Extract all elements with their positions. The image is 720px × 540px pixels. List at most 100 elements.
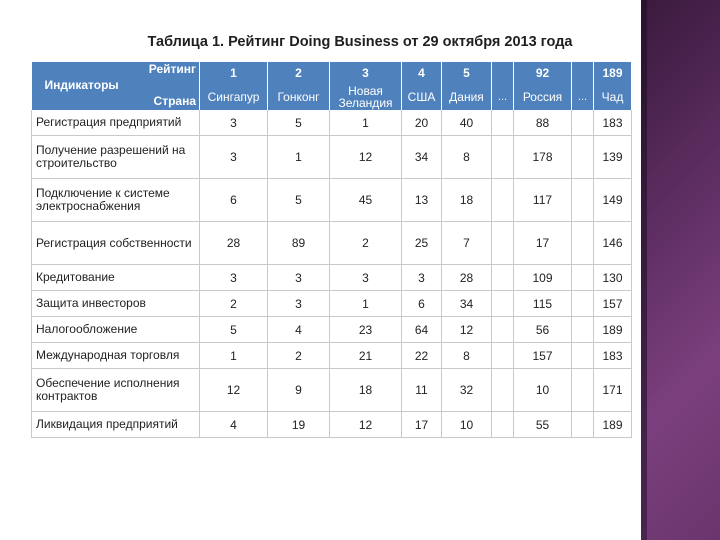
rank-value-cell: 149: [593, 178, 632, 222]
country-cell: ...: [491, 84, 514, 110]
rank-value-cell: [571, 135, 594, 179]
rank-value-cell: 3: [267, 290, 330, 317]
rank-value-cell: 3: [401, 264, 442, 291]
rank-value-cell: 22: [401, 342, 442, 369]
rank-value-cell: 109: [513, 264, 572, 291]
indicator-cell: Налогообложение: [31, 316, 200, 343]
rank-value-cell: 9: [267, 368, 330, 412]
rank-cell: 189: [593, 62, 632, 84]
table-row: Ликвидация предприятий 4 19 12 17 10 55 189: [31, 411, 632, 438]
rank-value-cell: [571, 221, 594, 265]
rank-value-cell: 183: [593, 342, 632, 369]
rank-value-cell: 3: [329, 264, 402, 291]
country-cell: ...: [571, 84, 594, 110]
rank-value-cell: 1: [329, 290, 402, 317]
rank-value-cell: 6: [199, 178, 268, 222]
rank-value-cell: [571, 290, 594, 317]
rank-value-cell: 178: [513, 135, 572, 179]
rank-value-cell: [491, 135, 514, 179]
rank-value-cell: [491, 342, 514, 369]
rank-value-cell: [491, 316, 514, 343]
rank-value-cell: [571, 110, 594, 136]
rank-value-cell: 189: [593, 411, 632, 438]
table-row: Защита инвесторов 2 3 1 6 34 115 157: [31, 290, 632, 317]
indicator-cell: Обеспечение исполнения контрактов: [31, 368, 200, 412]
rank-value-cell: 1: [267, 135, 330, 179]
indicator-cell: Регистрация собственности: [31, 221, 200, 265]
rank-value-cell: 23: [329, 316, 402, 343]
rank-value-cell: [571, 342, 594, 369]
table-row: Получение разрешений на строительство 3 1 1…: [31, 135, 632, 179]
rank-cell: 5: [441, 62, 492, 84]
rank-value-cell: 115: [513, 290, 572, 317]
indicator-cell: Кредитование: [31, 264, 200, 291]
rank-value-cell: 5: [199, 316, 268, 343]
rank-value-cell: [571, 316, 594, 343]
rank-value-cell: 3: [199, 110, 268, 136]
rank-value-cell: 19: [267, 411, 330, 438]
country-cell: Сингапур: [199, 84, 268, 110]
rank-value-cell: 12: [329, 411, 402, 438]
rank-value-cell: [491, 368, 514, 412]
rank-value-cell: 1: [199, 342, 268, 369]
country-cell: Новая Зеландия: [329, 84, 402, 110]
rank-value-cell: 139: [593, 135, 632, 179]
rank-value-cell: 7: [441, 221, 492, 265]
rank-value-cell: 3: [199, 135, 268, 179]
rank-value-cell: 20: [401, 110, 442, 136]
country-cell: США: [401, 84, 442, 110]
rank-value-cell: [491, 290, 514, 317]
rank-value-cell: 21: [329, 342, 402, 369]
rank-value-cell: 55: [513, 411, 572, 438]
indicators-label: Индикаторы: [44, 78, 119, 92]
rank-value-cell: 12: [441, 316, 492, 343]
rank-value-cell: 1: [329, 110, 402, 136]
rank-cell: 3: [329, 62, 402, 84]
indicator-cell: Ликвидация предприятий: [31, 411, 200, 438]
rank-value-cell: 117: [513, 178, 572, 222]
rank-value-cell: 45: [329, 178, 402, 222]
rank-value-cell: 3: [267, 264, 330, 291]
rank-value-cell: 10: [513, 368, 572, 412]
header-indicators: Индикаторы Рейтинг Страна: [31, 62, 200, 110]
rank-value-cell: 12: [329, 135, 402, 179]
rank-value-cell: [491, 178, 514, 222]
country-cell: Россия: [513, 84, 572, 110]
country-cell: Чад: [593, 84, 632, 110]
decorative-side-bar: [641, 0, 720, 540]
rank-value-cell: [491, 110, 514, 136]
indicator-cell: Защита инвесторов: [31, 290, 200, 317]
table-row: Подключение к системе электроснабжения 6 5…: [31, 178, 632, 222]
rank-cell: 2: [267, 62, 330, 84]
rank-value-cell: 28: [199, 221, 268, 265]
rank-cell: 4: [401, 62, 442, 84]
rank-value-cell: 11: [401, 368, 442, 412]
rank-value-cell: 25: [401, 221, 442, 265]
rank-value-cell: 189: [593, 316, 632, 343]
rank-value-cell: 183: [593, 110, 632, 136]
rank-value-cell: 89: [267, 221, 330, 265]
rank-value-cell: 157: [513, 342, 572, 369]
rank-value-cell: 17: [513, 221, 572, 265]
indicator-cell: Международная торговля: [31, 342, 200, 369]
rank-cell: 92: [513, 62, 572, 84]
rank-value-cell: [491, 264, 514, 291]
rank-value-cell: 32: [441, 368, 492, 412]
country-label: Страна: [153, 94, 196, 108]
doing-business-table: Индикаторы Рейтинг Страна 1 2 3 4 5 92 1…: [31, 62, 632, 438]
rank-value-cell: 64: [401, 316, 442, 343]
rank-value-cell: 5: [267, 178, 330, 222]
rank-cell: [491, 62, 514, 84]
rank-cell: 1: [199, 62, 268, 84]
table-title: Таблица 1. Рейтинг Doing Business от 29 …: [147, 34, 573, 50]
country-cell: Гонконг: [267, 84, 330, 110]
rank-value-cell: 12: [199, 368, 268, 412]
rank-value-cell: 28: [441, 264, 492, 291]
header-row-rank: Индикаторы Рейтинг Страна 1 2 3 4 5 92 1…: [31, 62, 632, 110]
rank-value-cell: 4: [267, 316, 330, 343]
rank-value-cell: 4: [199, 411, 268, 438]
rank-value-cell: [571, 178, 594, 222]
rank-value-cell: 13: [401, 178, 442, 222]
rank-value-cell: 130: [593, 264, 632, 291]
rank-value-cell: 10: [441, 411, 492, 438]
